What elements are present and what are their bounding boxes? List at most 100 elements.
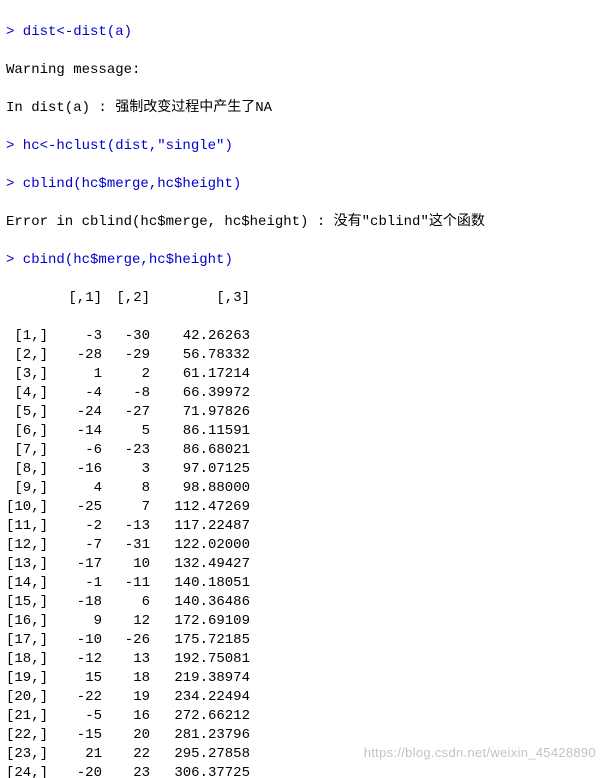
- cell-c2: 19: [102, 688, 150, 707]
- console-line: > cblind(hc$merge,hc$height): [6, 175, 608, 194]
- table-row: [1,]-3-3042.26263: [6, 327, 608, 346]
- warning-message-body: In dist(a) : 强制改变过程中产生了NA: [6, 99, 608, 118]
- cell-c2: 13: [102, 650, 150, 669]
- cell-c3: 175.72185: [150, 631, 250, 650]
- cell-c2: -31: [102, 536, 150, 555]
- row-label: [24,]: [6, 764, 54, 778]
- row-label: [22,]: [6, 726, 54, 745]
- cell-c3: 117.22487: [150, 517, 250, 536]
- cell-c2: 3: [102, 460, 150, 479]
- cell-c2: 7: [102, 498, 150, 517]
- cell-c1: -10: [54, 631, 102, 650]
- row-label: [5,]: [6, 403, 54, 422]
- table-header-row: [,1][,2][,3]: [6, 289, 608, 308]
- table-row: [10,]-257112.47269: [6, 498, 608, 517]
- cell-c2: 8: [102, 479, 150, 498]
- warning-message-header: Warning message:: [6, 61, 608, 80]
- input-command: cbind(hc$merge,hc$height): [14, 252, 232, 268]
- table-row: [11,]-2-13117.22487: [6, 517, 608, 536]
- row-label: [3,]: [6, 365, 54, 384]
- row-label: [11,]: [6, 517, 54, 536]
- table-row: [7,]-6-2386.68021: [6, 441, 608, 460]
- row-label: [13,]: [6, 555, 54, 574]
- cell-c1: 15: [54, 669, 102, 688]
- cell-c2: 6: [102, 593, 150, 612]
- r-console[interactable]: > dist<-dist(a) Warning message: In dist…: [0, 0, 614, 778]
- cell-c2: -11: [102, 574, 150, 593]
- table-row: [8,]-16397.07125: [6, 460, 608, 479]
- cell-c3: 140.36486: [150, 593, 250, 612]
- error-message: Error in cblind(hc$merge, hc$height) : 没…: [6, 213, 608, 232]
- row-label: [2,]: [6, 346, 54, 365]
- cell-c3: 112.47269: [150, 498, 250, 517]
- cell-c2: -23: [102, 441, 150, 460]
- row-label: [1,]: [6, 327, 54, 346]
- cell-c1: -12: [54, 650, 102, 669]
- row-label: [19,]: [6, 669, 54, 688]
- cell-c1: -18: [54, 593, 102, 612]
- row-label: [18,]: [6, 650, 54, 669]
- cell-c1: -28: [54, 346, 102, 365]
- table-row: [6,]-14586.11591: [6, 422, 608, 441]
- table-row: [23,]2122295.27858: [6, 745, 608, 764]
- cell-c3: 66.39972: [150, 384, 250, 403]
- row-label: [12,]: [6, 536, 54, 555]
- cell-c3: 140.18051: [150, 574, 250, 593]
- cell-c2: -26: [102, 631, 150, 650]
- table-header-col3: [,3]: [150, 289, 250, 308]
- cell-c2: 22: [102, 745, 150, 764]
- cell-c3: 219.38974: [150, 669, 250, 688]
- cell-c1: -1: [54, 574, 102, 593]
- cell-c3: 98.88000: [150, 479, 250, 498]
- cell-c1: 1: [54, 365, 102, 384]
- row-label: [15,]: [6, 593, 54, 612]
- row-label: [9,]: [6, 479, 54, 498]
- table-header-col1: [,1]: [54, 289, 102, 308]
- cell-c3: 122.02000: [150, 536, 250, 555]
- row-label: [7,]: [6, 441, 54, 460]
- cell-c1: -4: [54, 384, 102, 403]
- cell-c2: -13: [102, 517, 150, 536]
- cell-c3: 132.49427: [150, 555, 250, 574]
- cell-c2: 12: [102, 612, 150, 631]
- table-row: [21,]-516272.66212: [6, 707, 608, 726]
- cell-c3: 97.07125: [150, 460, 250, 479]
- cell-c1: -14: [54, 422, 102, 441]
- cell-c1: -5: [54, 707, 102, 726]
- table-row: [22,]-1520281.23796: [6, 726, 608, 745]
- cell-c1: -3: [54, 327, 102, 346]
- cell-c3: 172.69109: [150, 612, 250, 631]
- table-row: [14,]-1-11140.18051: [6, 574, 608, 593]
- table-row: [20,]-2219234.22494: [6, 688, 608, 707]
- cell-c3: 56.78332: [150, 346, 250, 365]
- cell-c3: 42.26263: [150, 327, 250, 346]
- table-row: [13,]-1710132.49427: [6, 555, 608, 574]
- cell-c1: -17: [54, 555, 102, 574]
- input-command: cblind(hc$merge,hc$height): [14, 176, 241, 192]
- table-row: [2,]-28-2956.78332: [6, 346, 608, 365]
- table-row: [17,]-10-26175.72185: [6, 631, 608, 650]
- table-row: [19,]1518219.38974: [6, 669, 608, 688]
- row-label: [23,]: [6, 745, 54, 764]
- console-line: > hc<-hclust(dist,"single"): [6, 137, 608, 156]
- cell-c3: 295.27858: [150, 745, 250, 764]
- cell-c1: -15: [54, 726, 102, 745]
- cell-c3: 71.97826: [150, 403, 250, 422]
- cell-c1: -22: [54, 688, 102, 707]
- cell-c3: 86.11591: [150, 422, 250, 441]
- input-command: dist<-dist(a): [14, 24, 132, 40]
- cell-c3: 272.66212: [150, 707, 250, 726]
- table-row: [18,]-1213192.75081: [6, 650, 608, 669]
- row-label: [20,]: [6, 688, 54, 707]
- cell-c1: -7: [54, 536, 102, 555]
- cell-c1: -20: [54, 764, 102, 778]
- table-row: [9,]4898.88000: [6, 479, 608, 498]
- cell-c2: 2: [102, 365, 150, 384]
- cell-c2: 23: [102, 764, 150, 778]
- row-label: [6,]: [6, 422, 54, 441]
- table-row: [15,]-186140.36486: [6, 593, 608, 612]
- cell-c3: 61.17214: [150, 365, 250, 384]
- input-command: hc<-hclust(dist,"single"): [14, 138, 232, 154]
- cell-c2: 18: [102, 669, 150, 688]
- cell-c3: 281.23796: [150, 726, 250, 745]
